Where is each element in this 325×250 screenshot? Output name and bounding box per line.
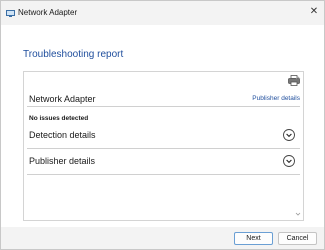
- detection-details-row[interactable]: Detection details: [27, 125, 300, 149]
- report-panel: Network Adapter Publisher details No iss…: [23, 71, 304, 221]
- next-button[interactable]: Next: [234, 232, 273, 245]
- divider: [27, 174, 300, 175]
- content-area: Troubleshooting report Network Adapter P…: [1, 25, 324, 227]
- publisher-details-link[interactable]: Publisher details: [252, 95, 300, 102]
- network-adapter-icon: [6, 10, 15, 17]
- scroll-up-icon[interactable]: [295, 75, 301, 81]
- scroll-down-icon[interactable]: [295, 211, 301, 217]
- page-title: Troubleshooting report: [23, 49, 124, 60]
- divider: [27, 148, 300, 149]
- dialog-window: Network Adapter ✕ Troubleshooting report…: [0, 0, 325, 250]
- status-text: No issues detected: [29, 115, 89, 122]
- chevron-down-icon[interactable]: [283, 129, 295, 141]
- cancel-button[interactable]: Cancel: [278, 232, 317, 245]
- row-label: Publisher details: [29, 156, 96, 166]
- row-label: Detection details: [29, 130, 96, 140]
- window-title: Network Adapter: [18, 8, 78, 17]
- report-section-title: Network Adapter: [29, 94, 96, 104]
- close-icon: ✕: [309, 6, 319, 17]
- title-bar: Network Adapter ✕: [1, 1, 324, 25]
- close-button[interactable]: ✕: [306, 4, 322, 20]
- chevron-down-icon[interactable]: [283, 155, 295, 167]
- divider: [27, 106, 300, 107]
- dialog-footer: Next Cancel: [1, 227, 324, 249]
- publisher-details-row[interactable]: Publisher details: [27, 151, 300, 175]
